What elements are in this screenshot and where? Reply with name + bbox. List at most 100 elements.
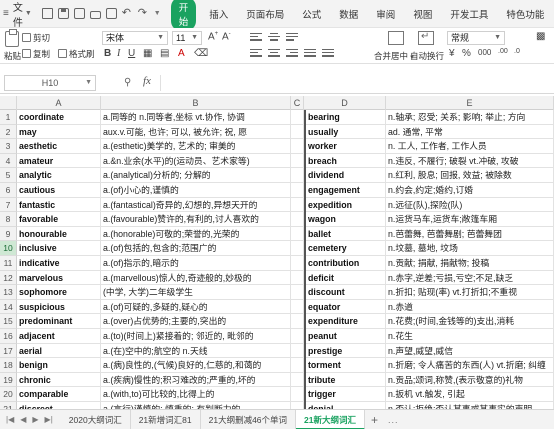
table-cell-e[interactable]: n.赤字,逆差;亏损,亏空;不足,缺乏 <box>386 270 554 286</box>
table-cell-a[interactable]: amateur <box>17 153 101 169</box>
table-cell-a[interactable]: aerial <box>17 343 101 359</box>
table-cell-b[interactable]: a.(of)指示的,暗示的 <box>101 256 291 271</box>
table-cell-b[interactable]: a.(言行)谨慎的; 慎重的; 有判断力的 <box>101 402 291 409</box>
table-cell-d[interactable]: ballet <box>306 226 386 242</box>
table-cell-d[interactable]: breach <box>306 153 386 169</box>
table-cell-c[interactable] <box>291 256 304 271</box>
font-color-icon[interactable]: A <box>178 48 185 59</box>
table-cell-e[interactable]: ad. 通常, 平常 <box>386 124 554 140</box>
table-cell-d[interactable]: prestige <box>306 343 386 359</box>
row-header[interactable]: 17 <box>0 343 17 359</box>
table-cell-b[interactable]: a.(over)占优势的;主要的,突出的 <box>101 314 291 329</box>
table-cell-a[interactable]: cautious <box>17 183 101 198</box>
paste-button[interactable]: 粘贴 <box>4 50 21 62</box>
align-middle-icon[interactable] <box>268 33 280 42</box>
grow-font-icon[interactable]: A+ <box>208 31 218 42</box>
open-folder-icon[interactable] <box>41 8 53 19</box>
justify-icon[interactable] <box>304 49 316 58</box>
italic-button[interactable]: I <box>117 48 120 59</box>
row-header[interactable]: 20 <box>0 387 17 402</box>
table-cell-b[interactable]: a.(favourable)赞许的,有利的,讨人喜欢的 <box>101 212 291 227</box>
table-cell-a[interactable]: fantastic <box>17 197 101 213</box>
table-cell-b[interactable]: a.(of)包括的,包含的;范围广的 <box>101 241 291 256</box>
column-header-c[interactable]: C <box>291 96 304 110</box>
row-header[interactable]: 4 <box>0 153 17 169</box>
tab-4[interactable]: 审阅 <box>367 7 404 21</box>
increase-decimal-icon[interactable]: .00 <box>498 48 508 55</box>
table-cell-a[interactable]: sophomore <box>17 285 101 300</box>
bold-button[interactable]: B <box>104 48 111 59</box>
table-cell-a[interactable]: inclusive <box>17 241 101 256</box>
table-cell-d[interactable]: dividend <box>306 168 386 183</box>
table-cell-d[interactable]: engagement <box>306 183 386 198</box>
row-header[interactable]: 13 <box>0 285 17 300</box>
sheet-tab[interactable]: 21大纲删减46个单词 <box>201 409 297 429</box>
export-icon[interactable] <box>73 8 85 19</box>
table-cell-a[interactable]: may <box>17 124 101 140</box>
wrap-text-icon[interactable] <box>418 31 434 45</box>
table-cell-e[interactable]: n.轴承; 忍受; 关系; 影响; 举止; 方向 <box>386 110 554 125</box>
tab-6[interactable]: 开发工具 <box>441 7 497 21</box>
save-icon[interactable] <box>57 8 69 19</box>
tab-7[interactable]: 特色功能 <box>497 7 553 21</box>
row-header[interactable]: 6 <box>0 183 17 198</box>
row-header[interactable]: 19 <box>0 372 17 388</box>
table-cell-d[interactable]: expedition <box>306 197 386 213</box>
table-cell-a[interactable]: aesthetic <box>17 139 101 154</box>
table-cell-b[interactable]: (中学, 大学)二年级学生 <box>101 285 291 300</box>
table-cell-e[interactable]: n.违反, 不履行; 破裂 vt.冲破, 攻破 <box>386 153 554 169</box>
table-cell-b[interactable]: a.(of)小心的,谨慎的 <box>101 183 291 198</box>
border-icon[interactable]: ▦ <box>143 48 152 59</box>
table-cell-a[interactable]: adjacent <box>17 329 101 344</box>
table-cell-e[interactable]: n.芭蕾舞, 芭蕾舞剧; 芭蕾舞团 <box>386 226 554 242</box>
table-cell-b[interactable]: a.(疾病)慢性的;积习难改的;严重的,坏的 <box>101 372 291 388</box>
row-header[interactable]: 2 <box>0 124 17 140</box>
table-cell-b[interactable]: a.(在)空中的;航空的 n.天线 <box>101 343 291 359</box>
wrap-text-button[interactable]: 自动换行 <box>410 50 444 62</box>
underline-button[interactable]: U <box>128 48 135 59</box>
cut-button[interactable]: 剪切 <box>22 32 50 44</box>
table-cell-b[interactable]: a.(病)良性的,(气候)良好的,仁慈的,和蔼的 <box>101 358 291 373</box>
table-cell-e[interactable]: n.红利, 股息; 回报, 效益; 被除数 <box>386 168 554 183</box>
add-sheet-icon[interactable]: + <box>371 413 378 427</box>
table-cell-e[interactable]: n.花生 <box>386 329 554 344</box>
table-cell-a[interactable]: chronic <box>17 372 101 388</box>
sheet-tab[interactable]: 21新增词汇81 <box>131 409 201 429</box>
table-cell-b[interactable]: a.(analytical)分析的; 分解的 <box>101 168 291 183</box>
table-cell-c[interactable] <box>291 241 304 256</box>
table-cell-c[interactable] <box>291 270 304 286</box>
table-cell-b[interactable]: aux.v.可能, 也许; 可以, 被允许; 祝, 愿 <box>101 124 291 140</box>
spreadsheet-grid[interactable]: A B C D E 1 coordinate a.同等的 n.同等者,坐标 vt.协… <box>0 96 554 409</box>
zoom-icon[interactable]: ⚲ <box>124 77 131 88</box>
tab-3[interactable]: 数据 <box>330 7 367 21</box>
tab-0[interactable]: 插入 <box>200 7 237 21</box>
table-cell-d[interactable]: contribution <box>306 256 386 271</box>
undo-icon[interactable]: ↶ <box>122 8 133 19</box>
row-header[interactable]: 11 <box>0 256 17 271</box>
row-header[interactable]: 16 <box>0 329 17 344</box>
table-cell-a[interactable]: honourable <box>17 226 101 242</box>
fill-color-icon[interactable]: ▤ <box>160 48 169 59</box>
tab-2[interactable]: 公式 <box>293 7 330 21</box>
percent-icon[interactable]: % <box>462 48 471 59</box>
table-cell-d[interactable]: equator <box>306 299 386 315</box>
table-cell-e[interactable]: n.折磨; 令人痛苦的东西(人) vt.折磨; 纠缠 <box>386 358 554 373</box>
merge-center-button[interactable]: 合并居中▼ <box>374 50 415 62</box>
first-sheet-icon[interactable]: |◀ <box>6 415 14 424</box>
align-right-icon[interactable] <box>286 49 298 58</box>
conditional-format-icon[interactable]: ▩ <box>536 31 545 42</box>
clear-format-icon[interactable]: ⌫ <box>194 48 208 59</box>
row-header[interactable]: 1 <box>0 110 17 125</box>
align-center-icon[interactable] <box>268 49 280 58</box>
table-cell-a[interactable]: benign <box>17 358 101 373</box>
table-cell-c[interactable] <box>291 329 304 344</box>
row-header[interactable]: 7 <box>0 197 17 213</box>
table-cell-a[interactable]: favorable <box>17 212 101 227</box>
table-cell-d[interactable]: peanut <box>306 329 386 344</box>
align-bottom-icon[interactable] <box>286 33 298 42</box>
name-box[interactable]: H10 ▼ <box>4 75 96 91</box>
font-name-select[interactable]: 宋体 ▼ <box>102 31 168 45</box>
table-cell-e[interactable]: n.贡献; 捐献, 捐献物; 投稿 <box>386 256 554 271</box>
tab-5[interactable]: 视图 <box>404 7 441 21</box>
preview-icon[interactable] <box>105 8 117 19</box>
